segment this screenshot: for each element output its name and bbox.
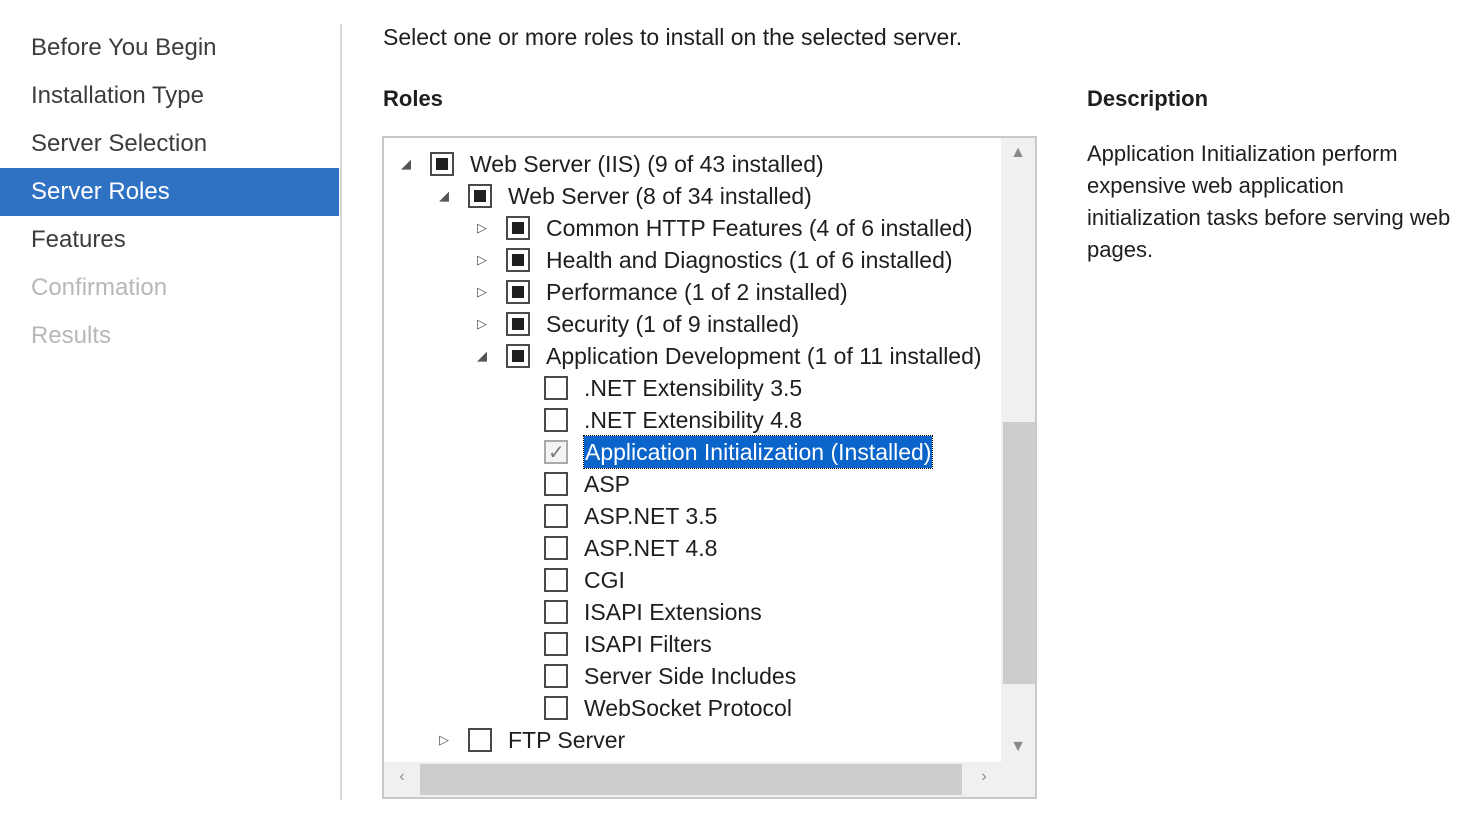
nav-item-server-roles[interactable]: Server Roles (0, 168, 339, 216)
tree-row[interactable]: CGI (384, 564, 1002, 596)
tree-row[interactable]: ▷ FTP Server (384, 724, 1002, 756)
role-checkbox[interactable] (544, 504, 568, 528)
vertical-scrollbar[interactable]: ▲ ▼ (1001, 138, 1035, 762)
tree-row[interactable]: WebSocket Protocol (384, 692, 1002, 724)
role-checkbox[interactable] (544, 632, 568, 656)
tree-row[interactable]: ▷ Health and Diagnostics (1 of 6 installe… (384, 244, 1002, 276)
expand-arrow-icon[interactable]: ▷ (472, 276, 492, 308)
description-heading: Description (1087, 86, 1209, 111)
nav-item-features[interactable]: Features (0, 216, 339, 264)
page-instruction: Select one or more roles to install on t… (383, 24, 963, 50)
role-checkbox[interactable] (468, 184, 492, 208)
vertical-scroll-thumb[interactable] (1003, 422, 1035, 684)
role-label[interactable]: FTP Server (508, 724, 625, 756)
scroll-right-icon[interactable]: › (974, 768, 994, 786)
role-label[interactable]: Health and Diagnostics (1 of 6 installed… (546, 244, 953, 276)
tree-row[interactable]: ASP.NET 3.5 (384, 500, 1002, 532)
role-label[interactable]: Security (1 of 9 installed) (546, 308, 799, 340)
role-label[interactable]: ASP (584, 468, 630, 500)
tree-row[interactable]: ◢ Web Server (IIS) (9 of 43 installed) (384, 148, 1002, 180)
scroll-up-icon[interactable]: ▲ (1001, 144, 1035, 162)
scroll-left-icon[interactable]: ‹ (392, 768, 412, 786)
tree-row[interactable]: .NET Extensibility 3.5 (384, 372, 1002, 404)
nav-divider (340, 24, 342, 800)
roles-heading: Roles (383, 86, 443, 111)
nav-item-server-selection[interactable]: Server Selection (0, 120, 339, 168)
role-checkbox (544, 437, 568, 469)
role-checkbox[interactable] (544, 472, 568, 496)
role-checkbox[interactable] (544, 408, 568, 432)
role-label[interactable]: Application Initialization (Installed) (582, 435, 934, 469)
role-checkbox[interactable] (506, 216, 530, 240)
role-checkbox[interactable] (544, 536, 568, 560)
role-label[interactable]: ASP.NET 4.8 (584, 532, 717, 564)
tree-row[interactable]: ◢ Web Server (8 of 34 installed) (384, 180, 1002, 212)
role-checkbox[interactable] (544, 664, 568, 688)
role-label[interactable]: ISAPI Extensions (584, 596, 762, 628)
role-checkbox[interactable] (544, 696, 568, 720)
role-label[interactable]: ASP.NET 3.5 (584, 500, 717, 532)
role-checkbox[interactable] (544, 568, 568, 592)
tree-row[interactable]: ISAPI Extensions (384, 596, 1002, 628)
nav-item-confirmation: Confirmation (31, 274, 168, 301)
role-checkbox[interactable] (506, 248, 530, 272)
role-checkbox[interactable] (506, 280, 530, 304)
role-label[interactable]: ISAPI Filters (584, 628, 712, 660)
role-label[interactable]: Application Development (1 of 11 install… (546, 340, 982, 372)
horizontal-scrollbar[interactable]: ‹ › (384, 762, 1035, 797)
role-checkbox[interactable] (506, 344, 530, 368)
role-checkbox[interactable] (468, 728, 492, 752)
horizontal-scroll-thumb[interactable] (420, 764, 962, 795)
tree-row[interactable]: ISAPI Filters (384, 628, 1002, 660)
scroll-down-icon[interactable]: ▼ (1001, 738, 1035, 756)
wizard-nav: Before You Begin Installation Type Server … (0, 24, 339, 360)
tree-row[interactable]: ▷ Security (1 of 9 installed) (384, 308, 1002, 340)
role-label[interactable]: Server Side Includes (584, 660, 796, 692)
expand-arrow-icon[interactable]: ▷ (472, 212, 492, 244)
collapse-arrow-icon[interactable]: ◢ (472, 340, 492, 372)
tree-row[interactable]: Server Side Includes (384, 660, 1002, 692)
role-checkbox[interactable] (506, 312, 530, 336)
expand-arrow-icon[interactable]: ▷ (472, 244, 492, 276)
tree-row[interactable]: ASP.NET 4.8 (384, 532, 1002, 564)
role-checkbox[interactable] (544, 376, 568, 400)
tree-row[interactable]: ASP (384, 468, 1002, 500)
roles-tree[interactable]: ◢ Web Server (IIS) (9 of 43 installed) ◢ We… (384, 148, 1002, 756)
tree-row[interactable]: ▷ Common HTTP Features (4 of 6 installed) (384, 212, 1002, 244)
expand-arrow-icon[interactable]: ▷ (472, 308, 492, 340)
role-label[interactable]: WebSocket Protocol (584, 692, 792, 724)
tree-row[interactable]: ▷ Performance (1 of 2 installed) (384, 276, 1002, 308)
tree-row[interactable]: .NET Extensibility 4.8 (384, 404, 1002, 436)
expand-arrow-icon[interactable]: ▷ (434, 724, 454, 756)
description-text: Application Initialization perform expen… (1087, 141, 1451, 262)
collapse-arrow-icon[interactable]: ◢ (396, 148, 416, 180)
role-label[interactable]: Common HTTP Features (4 of 6 installed) (546, 212, 973, 244)
role-label[interactable]: Performance (1 of 2 installed) (546, 276, 848, 308)
role-label[interactable]: Web Server (IIS) (9 of 43 installed) (470, 148, 824, 180)
nav-item-before-you-begin[interactable]: Before You Begin (0, 24, 339, 72)
nav-item-installation-type[interactable]: Installation Type (0, 72, 339, 120)
collapse-arrow-icon[interactable]: ◢ (434, 180, 454, 212)
role-label[interactable]: CGI (584, 564, 625, 596)
role-checkbox[interactable] (544, 600, 568, 624)
nav-item-results: Results (31, 322, 112, 349)
tree-row[interactable]: Application Initialization (Installed) (384, 435, 1002, 469)
role-label[interactable]: .NET Extensibility 4.8 (584, 404, 802, 436)
role-label[interactable]: .NET Extensibility 3.5 (584, 372, 802, 404)
role-label[interactable]: Web Server (8 of 34 installed) (508, 180, 812, 212)
role-checkbox[interactable] (430, 152, 454, 176)
tree-row[interactable]: ◢ Application Development (1 of 11 instal… (384, 340, 1002, 372)
roles-tree-box: ◢ Web Server (IIS) (9 of 43 installed) ◢ We… (382, 136, 1037, 799)
